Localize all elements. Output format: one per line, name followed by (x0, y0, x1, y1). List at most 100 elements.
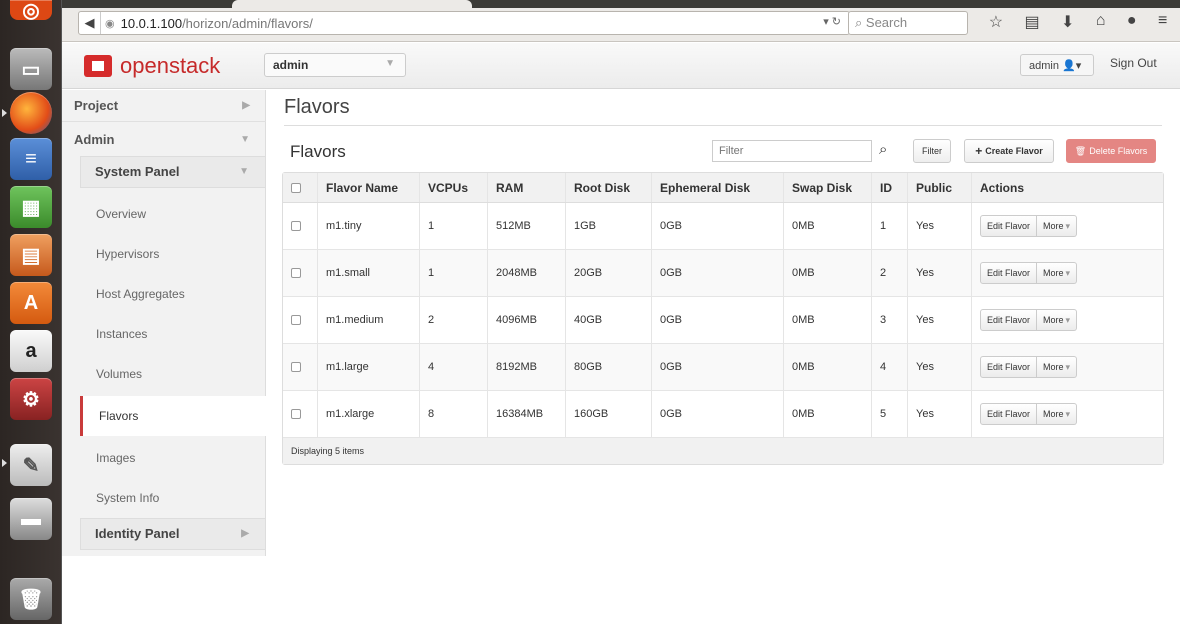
row-checkbox[interactable] (291, 221, 301, 231)
actions-cell: Edit Flavor More ▾ (971, 391, 1163, 437)
root-disk-cell: 40GB (565, 297, 651, 343)
row-select-cell (283, 203, 317, 249)
row-checkbox[interactable] (291, 315, 301, 325)
vcpus-cell: 1 (419, 203, 487, 249)
writer-icon[interactable]: ≡ (10, 138, 52, 180)
actions-cell: Edit Flavor More ▾ (971, 203, 1163, 249)
search-icon[interactable]: ⌕ (879, 141, 887, 158)
sidebar-item-host-aggregates[interactable]: Host Aggregates (80, 276, 266, 312)
filter-button[interactable]: Filter (913, 139, 951, 163)
sidebar-item-flavors[interactable]: Flavors (80, 396, 266, 436)
row-actions: Edit Flavor More ▾ (980, 215, 1078, 237)
impress-icon[interactable]: ▤ (10, 234, 52, 276)
edit-flavor-button[interactable]: Edit Flavor (980, 262, 1038, 284)
delete-flavors-button[interactable]: 🗑 Delete Flavors (1066, 139, 1156, 163)
sidebar-system-panel[interactable]: System Panel ▼ (80, 156, 266, 188)
edit-flavor-button[interactable]: Edit Flavor (980, 215, 1038, 237)
sidebar-item-overview[interactable]: Overview (80, 196, 266, 232)
reading-list-icon[interactable]: ▤ (1024, 12, 1039, 32)
select-all-checkbox[interactable] (291, 182, 301, 193)
settings-icon[interactable]: ⚙ (10, 378, 52, 420)
edit-flavor-button[interactable]: Edit Flavor (980, 309, 1038, 331)
column-header[interactable]: Ephemeral Disk (651, 173, 783, 202)
sidebar-identity-panel[interactable]: Identity Panel ▶ (80, 518, 266, 550)
create-flavor-button[interactable]: + Create Flavor (964, 139, 1054, 163)
table-row: m1.large 4 8192MB 80GB 0GB 0MB 4 Yes Edi… (283, 344, 1163, 391)
sidebar-item-system-info[interactable]: System Info (80, 480, 266, 516)
openstack-logo[interactable]: openstack (84, 53, 220, 79)
menu-icon[interactable]: ≡ (1158, 12, 1167, 32)
software-center-icon[interactable]: A (10, 282, 52, 324)
ram-cell: 2048MB (487, 250, 565, 296)
vcpus-cell: 2 (419, 297, 487, 343)
chevron-right-icon: ▶ (242, 100, 250, 111)
more-actions-button[interactable]: More ▾ (1037, 309, 1078, 331)
sign-out-link[interactable]: Sign Out (1110, 56, 1157, 70)
amazon-icon[interactable]: a (10, 330, 52, 372)
firefox-icon[interactable] (10, 92, 52, 134)
filter-input[interactable] (712, 140, 872, 162)
swap-disk-cell: 0MB (783, 344, 871, 390)
chevron-right-icon: ▶ (241, 528, 249, 539)
sidebar-item-volumes[interactable]: Volumes (80, 356, 266, 392)
root-disk-cell: 160GB (565, 391, 651, 437)
public-cell: Yes (907, 250, 971, 296)
project-select[interactable]: admin ▼ (264, 53, 406, 77)
drive-icon[interactable]: ▬ (10, 498, 52, 540)
row-checkbox[interactable] (291, 268, 301, 278)
root-disk-cell: 80GB (565, 344, 651, 390)
ephemeral-disk-cell: 0GB (651, 391, 783, 437)
public-cell: Yes (907, 203, 971, 249)
url-text: 10.0.1.100/horizon/admin/flavors/ (120, 15, 313, 31)
edit-flavor-button[interactable]: Edit Flavor (980, 356, 1038, 378)
user-menu[interactable]: admin 👤▾ (1020, 54, 1094, 76)
trash-icon[interactable]: 🗑 (10, 578, 52, 620)
chevron-down-icon: ▾ (1065, 267, 1071, 278)
table-row: m1.xlarge 8 16384MB 160GB 0GB 0MB 5 Yes … (283, 391, 1163, 438)
column-header[interactable]: VCPUs (419, 173, 487, 202)
sidebar-item-instances[interactable]: Instances (80, 316, 266, 352)
chevron-down-icon: ▾ (1065, 361, 1071, 372)
launcher: ◎ ▭ ≡ ▦ ▤ A a ⚙ ✎ ▬ 🗑 (0, 0, 62, 624)
calc-icon[interactable]: ▦ (10, 186, 52, 228)
title-divider (284, 125, 1162, 126)
download-icon[interactable]: ⬇ (1061, 12, 1074, 32)
table-row: m1.medium 2 4096MB 40GB 0GB 0MB 3 Yes Ed… (283, 297, 1163, 344)
edit-flavor-button[interactable]: Edit Flavor (980, 403, 1038, 425)
sidebar-item-hypervisors[interactable]: Hypervisors (80, 236, 266, 272)
url-bar[interactable]: ◀ ◉ 10.0.1.100/horizon/admin/flavors/ ▾ … (78, 11, 850, 35)
bookmark-star-icon[interactable]: ☆ (989, 12, 1003, 32)
browser-search-input[interactable]: ⌕ Search (848, 11, 968, 35)
row-select-cell (283, 250, 317, 296)
user-icon: 👤▾ (1062, 60, 1082, 72)
chat-icon[interactable]: ● (1127, 12, 1137, 32)
more-actions-button[interactable]: More ▾ (1037, 262, 1078, 284)
column-header[interactable]: Swap Disk (783, 173, 871, 202)
more-actions-button[interactable]: More ▾ (1037, 356, 1078, 378)
column-header[interactable]: ID (871, 173, 907, 202)
openstack-header: openstack admin ▼ admin 👤▾ Sign Out (62, 43, 1180, 89)
row-checkbox[interactable] (291, 362, 301, 372)
row-select-cell (283, 391, 317, 437)
more-actions-button[interactable]: More ▾ (1037, 403, 1078, 425)
row-checkbox[interactable] (291, 409, 301, 419)
home-icon[interactable]: ⌂ (1096, 12, 1106, 32)
files-icon[interactable]: ▭ (10, 48, 52, 90)
column-header[interactable]: Root Disk (565, 173, 651, 202)
openstack-logo-icon (84, 55, 112, 77)
column-header[interactable]: Public (907, 173, 971, 202)
column-header[interactable]: Flavor Name (317, 173, 419, 202)
sidebar-project[interactable]: Project ▶ (62, 90, 266, 122)
ram-cell: 512MB (487, 203, 565, 249)
reload-icon[interactable]: ▾ ↻ (823, 15, 841, 28)
public-cell: Yes (907, 297, 971, 343)
row-actions: Edit Flavor More ▾ (980, 262, 1078, 284)
sidebar-admin[interactable]: Admin ▼ (62, 124, 266, 156)
more-actions-button[interactable]: More ▾ (1037, 215, 1078, 237)
sidebar-item-images[interactable]: Images (80, 440, 266, 476)
back-arrow-icon[interactable]: ◀ (79, 12, 101, 34)
ubuntu-dash-icon[interactable]: ◎ (10, 0, 52, 22)
text-editor-icon[interactable]: ✎ (10, 444, 52, 486)
column-header[interactable]: RAM (487, 173, 565, 202)
chevron-down-icon: ▼ (239, 166, 249, 177)
